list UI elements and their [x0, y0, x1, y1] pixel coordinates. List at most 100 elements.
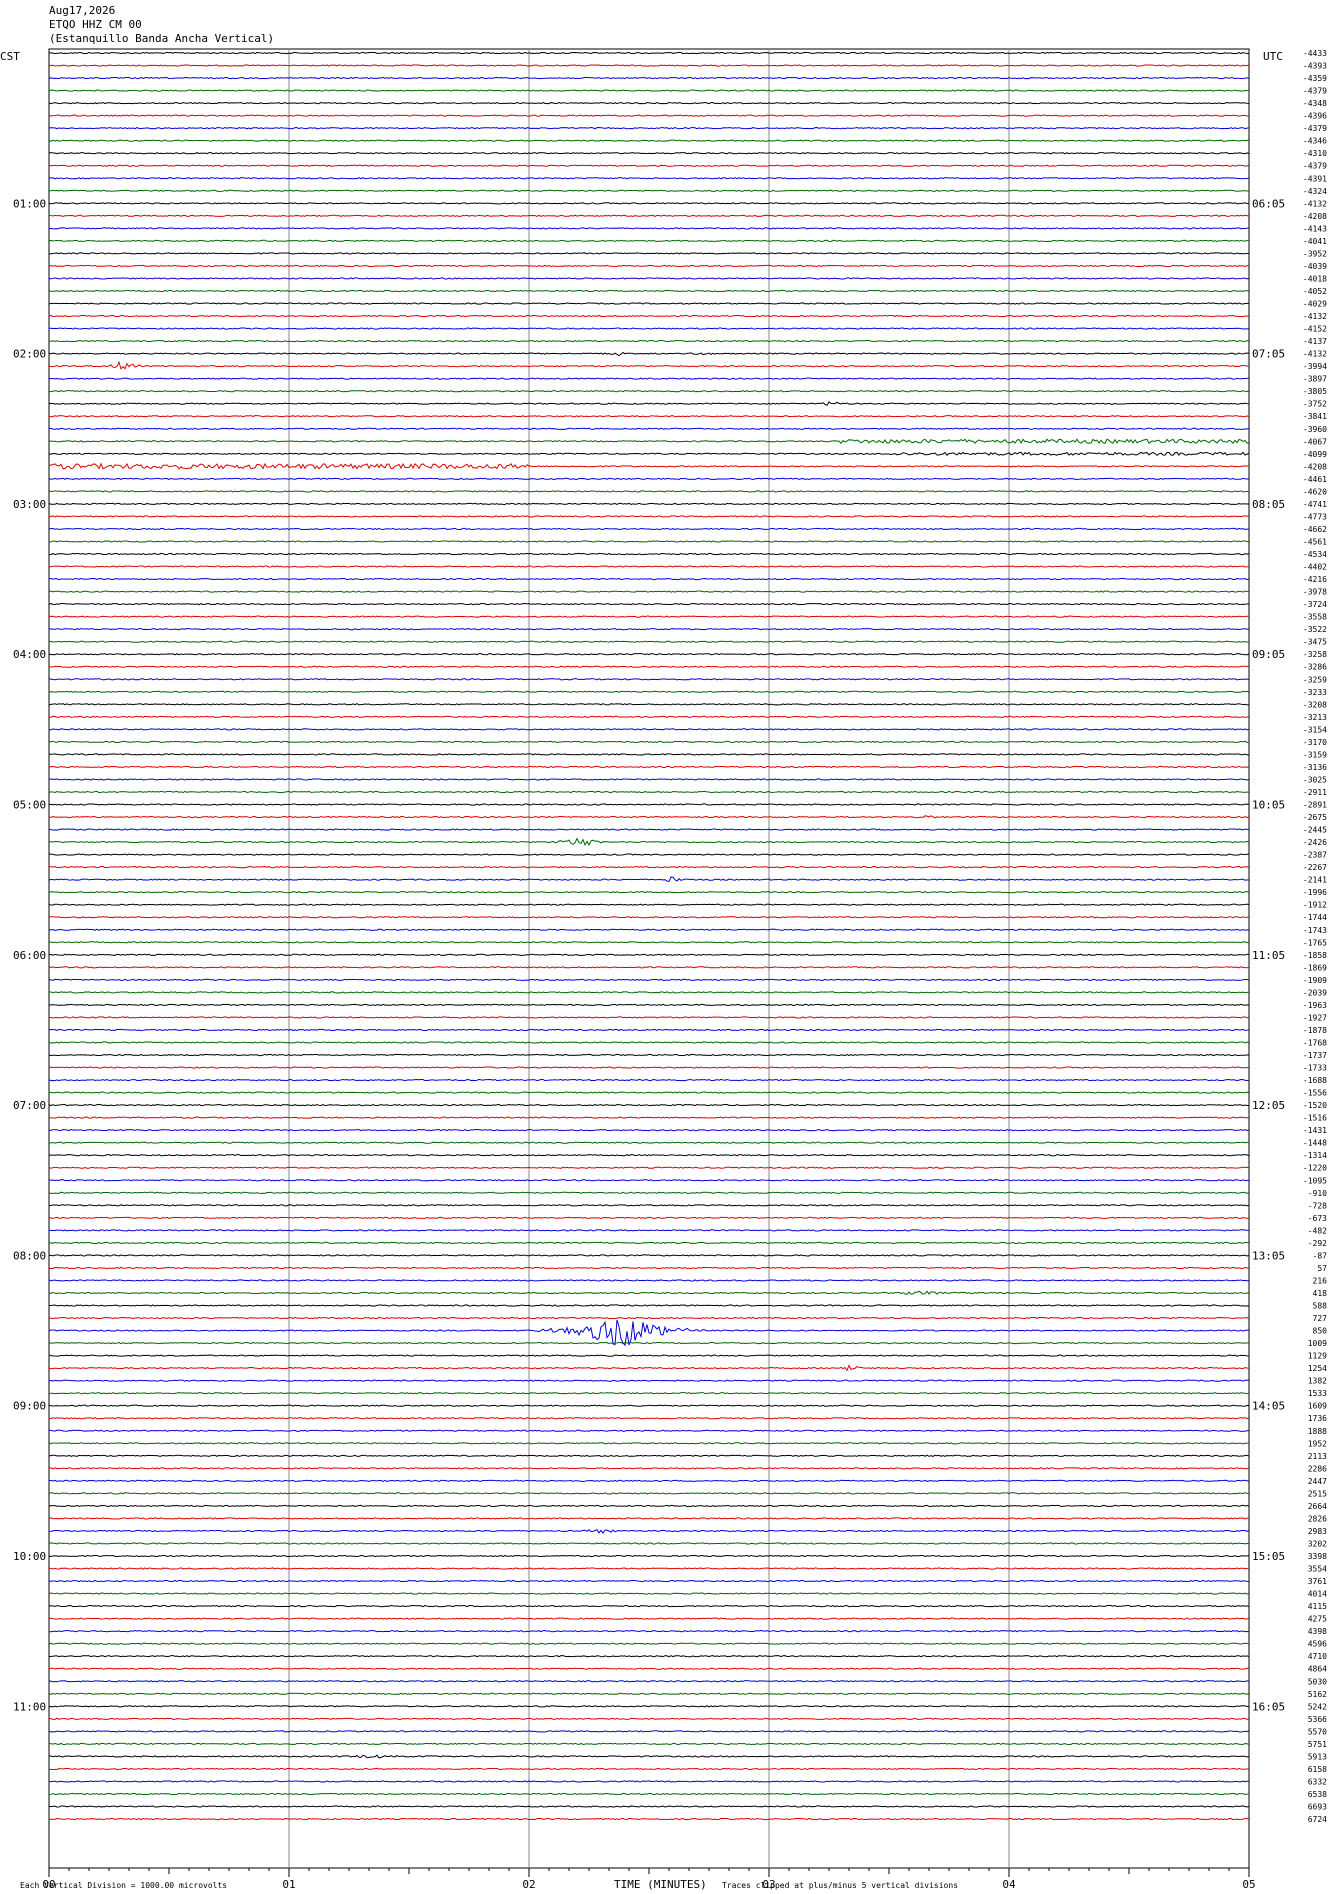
seismic-trace: [48, 1792, 1250, 1796]
chart-grid: [48, 48, 1250, 1877]
plot-frame: [48, 48, 1250, 1869]
left-hour-label: 01:00: [13, 197, 46, 210]
trace-offset-label: 5751: [1308, 1740, 1327, 1749]
trace-offset-label: 5913: [1308, 1752, 1327, 1761]
x-axis-label: TIME (MINUTES): [614, 1878, 707, 1891]
seismic-trace: [48, 1078, 1250, 1082]
seismic-trace: [48, 314, 1250, 318]
seismic-trace: [48, 502, 1250, 506]
seismic-trace: [48, 1254, 1250, 1257]
trace-offset-label: -1448: [1303, 1139, 1327, 1148]
trace-offset-label: 1736: [1308, 1414, 1327, 1423]
trace-offset-label: 2826: [1308, 1514, 1327, 1523]
seismic-trace: [48, 101, 1250, 105]
seismic-trace: [48, 653, 1250, 656]
trace-offset-label: -1927: [1303, 1013, 1327, 1022]
left-hour-label: 06:00: [13, 949, 46, 962]
seismic-trace: [48, 991, 1250, 994]
x-tick-label: 04: [1002, 1878, 1016, 1891]
seismic-trace: [48, 1630, 1250, 1633]
seismic-trace: [48, 1091, 1250, 1094]
trace-offset-label: -4534: [1303, 550, 1327, 559]
trace-offset-label: 2664: [1308, 1502, 1327, 1511]
trace-offset-label: -1688: [1303, 1076, 1327, 1085]
seismic-trace: [48, 164, 1250, 167]
seismic-trace: [48, 1780, 1250, 1783]
trace-offset-label: 1382: [1308, 1377, 1327, 1386]
seismic-trace: [48, 1141, 1250, 1144]
trace-offset-label: -3978: [1303, 588, 1327, 597]
trace-offset-label: -4773: [1303, 512, 1327, 521]
seismic-trace: [48, 1404, 1250, 1407]
seismic-trace: [48, 1354, 1250, 1357]
trace-offset-label: -4137: [1303, 337, 1327, 346]
seismic-trace: [48, 628, 1250, 631]
seismic-trace: [48, 177, 1250, 180]
seismic-trace: [48, 928, 1250, 931]
trace-offset-label: -1516: [1303, 1114, 1327, 1123]
seismic-trace: [48, 302, 1250, 305]
seismic-trace: [48, 1028, 1250, 1032]
seismic-trace: [48, 916, 1250, 919]
trace-offset-label: -1909: [1303, 976, 1327, 985]
trace-offset-label: -4741: [1303, 500, 1327, 509]
trace-offset-label: -3233: [1303, 688, 1327, 697]
seismic-trace: [48, 615, 1250, 618]
trace-offset-label: 1254: [1308, 1364, 1327, 1373]
trace-offset-label: -4379: [1303, 162, 1327, 171]
trace-offset-label: -4348: [1303, 99, 1327, 108]
left-hour-label: 09:00: [13, 1400, 46, 1413]
trace-offset-label: 4115: [1308, 1602, 1327, 1611]
seismic-trace: [48, 728, 1250, 731]
trace-offset-label: -3558: [1303, 613, 1327, 622]
seismic-trace: [48, 377, 1250, 380]
seismic-trace: [48, 1717, 1250, 1720]
seismic-trace: [48, 1805, 1250, 1808]
seismic-trace: [48, 1429, 1250, 1432]
trace-offset-label: -3752: [1303, 400, 1327, 409]
seismic-trace: [48, 152, 1250, 155]
left-hour-label: 04:00: [13, 648, 46, 661]
seismic-trace: [48, 1817, 1250, 1821]
seismic-trace: [48, 1767, 1250, 1771]
trace-offset-label: -3952: [1303, 249, 1327, 258]
trace-offset-label: -3025: [1303, 775, 1327, 784]
trace-offset-label: 850: [1313, 1327, 1328, 1336]
seismic-trace: [48, 1341, 1250, 1345]
right-hour-label: 13:05: [1252, 1249, 1285, 1262]
trace-offset-label: -4620: [1303, 487, 1327, 496]
trace-offset-label: 6724: [1308, 1815, 1327, 1824]
trace-offset-label: 3554: [1308, 1565, 1327, 1574]
seismic-trace: [48, 1379, 1250, 1382]
trace-offset-label: -4099: [1303, 450, 1327, 459]
trace-offset-label: -3994: [1303, 362, 1327, 371]
trace-offset-label: -4152: [1303, 325, 1327, 334]
x-tick-label: 01: [282, 1878, 295, 1891]
seismic-trace: [48, 114, 1250, 117]
trace-offset-label: -1743: [1303, 926, 1327, 935]
trace-offset-label: -4393: [1303, 62, 1327, 71]
trace-offset-label: -3286: [1303, 663, 1327, 672]
trace-offset-label: 216: [1313, 1276, 1328, 1285]
seismic-trace: [48, 1592, 1250, 1595]
seismic-trace: [48, 953, 1250, 956]
seismic-trace: [48, 1003, 1250, 1007]
trace-offset-label: -1963: [1303, 1001, 1327, 1010]
seismic-trace: [48, 941, 1250, 944]
seismic-trace: [48, 1742, 1250, 1746]
seismic-trace: [48, 327, 1250, 330]
seismic-trace: [48, 89, 1250, 92]
trace-offset-label: -4561: [1303, 537, 1327, 546]
seismic-trace: [48, 565, 1250, 568]
trace-offset-label: -2039: [1303, 988, 1327, 997]
trace-offset-label: -2891: [1303, 801, 1327, 810]
seismic-trace: [48, 264, 1250, 268]
seismic-trace: [48, 1053, 1250, 1057]
seismic-trace: [48, 451, 1250, 457]
trace-offset-label: -3522: [1303, 625, 1327, 634]
seismic-trace: [48, 289, 1250, 293]
seismic-trace: [48, 978, 1250, 982]
seismic-trace: [48, 1517, 1250, 1520]
trace-offset-label: -4310: [1303, 149, 1327, 158]
seismic-trace: [48, 1154, 1250, 1157]
